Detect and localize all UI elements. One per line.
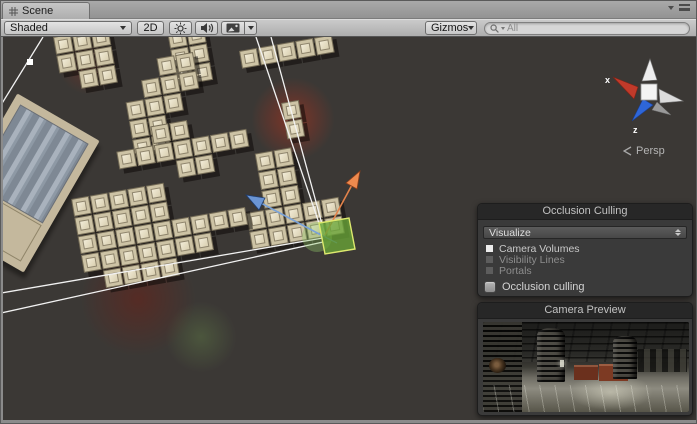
axis-gizmo-graphic: x z (605, 58, 685, 135)
axis-cone-right[interactable] (658, 88, 685, 104)
preview-door-light (560, 359, 565, 367)
gizmos-label: Gizmos (431, 22, 469, 34)
scene-viewport[interactable]: x z Persp Occlusion Culling Visualize Ca… (3, 37, 696, 420)
camera-preview-image (483, 322, 689, 412)
checkbox[interactable] (486, 245, 493, 252)
shading-mode-label: Shaded (10, 22, 48, 34)
tab-bar: Scene (1, 1, 696, 19)
checkbox[interactable] (484, 281, 496, 293)
visualize-item-visibility-lines[interactable]: Visibility Lines (478, 254, 692, 266)
search-icon (490, 23, 499, 33)
chevron-down-icon (247, 26, 254, 30)
frustum-handle[interactable] (27, 59, 33, 65)
grid-icon (9, 6, 18, 16)
lighting-toggle-button[interactable] (169, 21, 192, 35)
axis-cone-up[interactable] (641, 58, 658, 82)
shading-mode-dropdown[interactable]: Shaded (4, 21, 132, 35)
move-gizmo-plane-handle[interactable] (318, 217, 356, 255)
visualize-dropdown[interactable]: Visualize (483, 226, 687, 239)
window-menu-icon[interactable] (679, 4, 690, 11)
checkbox[interactable] (486, 267, 493, 274)
axis-cone-z[interactable] (631, 98, 654, 122)
scene-view-window: Scene Shaded 2D Gizmos All x z Persp Occ… (0, 0, 697, 424)
speaker-icon (200, 23, 213, 33)
panel-title: Occlusion Culling (478, 204, 692, 220)
preview-floor-lines (483, 385, 689, 412)
gizmos-dropdown[interactable]: Gizmos (425, 21, 477, 35)
visualize-dropdown-label: Visualize (489, 226, 531, 239)
projection-mode-label: Persp (636, 145, 665, 157)
axis-cone-back[interactable] (651, 101, 672, 116)
search-filter-caret-icon[interactable] (501, 26, 505, 30)
tab-scene[interactable]: Scene (2, 2, 90, 19)
persp-arrow-icon (623, 146, 632, 156)
chevron-down-icon (120, 26, 126, 30)
audio-toggle-button[interactable] (195, 21, 218, 35)
sun-icon (174, 22, 187, 34)
occlusion-culling-toggle[interactable]: Occlusion culling (478, 281, 692, 293)
effects-toggle-button[interactable] (221, 21, 244, 35)
visualize-item-portals[interactable]: Portals (478, 265, 692, 277)
effects-dropdown-caret[interactable] (244, 21, 257, 35)
visualize-item-camera-volumes[interactable]: Camera Volumes (478, 243, 692, 255)
preview-crate (573, 365, 599, 380)
axis-cube[interactable] (640, 83, 658, 101)
tab-dropdown-caret-icon[interactable] (668, 5, 674, 10)
chevron-down-icon (468, 26, 475, 30)
preview-pillar (536, 328, 566, 383)
preview-pillar (612, 336, 638, 379)
checkbox[interactable] (486, 256, 493, 263)
move-gizmo-z-axis[interactable] (244, 194, 322, 236)
projection-mode[interactable]: Persp (623, 145, 665, 157)
axis-z-label: z (633, 125, 638, 135)
updown-arrows-icon (675, 229, 681, 236)
2d-toggle-button[interactable]: 2D (137, 21, 164, 35)
panel-title: Camera Preview (478, 303, 692, 319)
search-input[interactable] (507, 22, 684, 34)
occlusion-culling-panel: Occlusion Culling Visualize Camera Volum… (477, 203, 693, 297)
camera-frustum-lines (3, 37, 326, 314)
scene-search-field[interactable] (484, 21, 690, 35)
camera-preview-panel: Camera Preview (477, 302, 693, 416)
image-icon (226, 23, 240, 33)
axis-cone-x[interactable] (612, 76, 639, 100)
orientation-gizmo[interactable]: x z Persp (597, 55, 696, 165)
axis-x-label: x (605, 75, 610, 85)
tab-label: Scene (22, 5, 54, 17)
scene-toolbar: Shaded 2D Gizmos All (1, 19, 696, 37)
